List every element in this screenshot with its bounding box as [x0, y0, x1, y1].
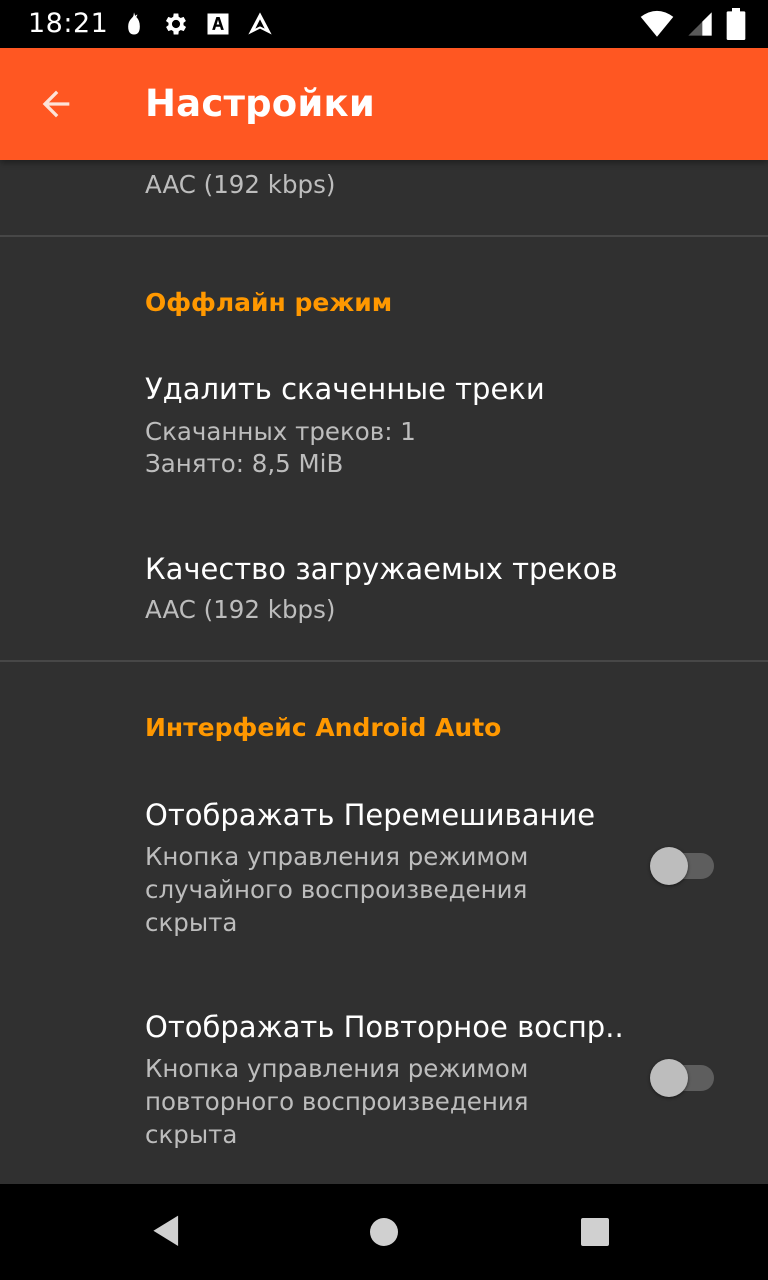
delete-downloaded-tracks-preference[interactable]: Удалить скаченные треки Скачанных треков…: [0, 344, 768, 510]
app-bar: Настройки: [0, 48, 768, 160]
nav-recents-button[interactable]: [571, 1208, 619, 1256]
download-quality-preference[interactable]: Качество загружаемых треков AAC (192 kbp…: [0, 530, 768, 660]
arrow-back-icon: [42, 90, 70, 118]
back-button[interactable]: [32, 80, 80, 128]
system-icons: [640, 8, 746, 40]
switch-thumb: [650, 1059, 688, 1097]
preference-summary-line: повторного воспроизведения: [145, 1087, 529, 1116]
settings-list[interactable]: AAC (192 kbps) Оффлайн режим Удалить ска…: [0, 160, 768, 1184]
preference-summary-line: случайного воспроизведения: [145, 875, 528, 904]
notification-icons: [120, 10, 274, 38]
preference-title: Отображать Перемешивание: [145, 798, 596, 832]
nav-home-button[interactable]: [360, 1208, 408, 1256]
divider: [0, 660, 768, 662]
preference-summary: AAC (192 kbps): [145, 595, 336, 624]
font-a-icon: [204, 10, 232, 38]
preference-summary-size: Занято: 8,5 MiB: [145, 449, 344, 478]
preference-summary-line: Кнопка управления режимом: [145, 1054, 529, 1083]
top-partial-preference[interactable]: AAC (192 kbps): [0, 160, 768, 236]
switch-thumb: [650, 847, 688, 885]
home-circle-icon: [370, 1218, 398, 1246]
status-time: 18:21: [28, 8, 109, 39]
divider: [0, 235, 768, 237]
navigation-bar: [0, 1184, 768, 1280]
preference-summary-count: Скачанных треков: 1: [145, 417, 416, 446]
category-offline-mode: Оффлайн режим: [145, 288, 393, 317]
preference-title: Отображать Повторное воспр..: [145, 1010, 624, 1044]
status-bar: 18:21: [0, 0, 768, 48]
wifi-icon: [640, 9, 674, 39]
android-auto-icon: [246, 10, 274, 38]
preference-summary-line: скрыта: [145, 1120, 238, 1149]
preference-summary: AAC (192 kbps): [145, 170, 336, 199]
preference-summary-line: Кнопка управления режимом: [145, 842, 529, 871]
back-triangle-icon: [153, 1215, 179, 1246]
recents-square-icon: [581, 1218, 609, 1246]
shuffle-toggle[interactable]: [650, 846, 714, 886]
pear-icon: [120, 10, 148, 38]
preference-summary-line: скрыта: [145, 908, 238, 937]
gear-icon: [162, 10, 190, 38]
preference-title: Качество загружаемых треков: [145, 552, 618, 586]
nav-back-button[interactable]: [146, 1208, 194, 1256]
category-android-auto: Интерфейс Android Auto: [145, 713, 502, 742]
page-title: Настройки: [145, 82, 375, 125]
show-shuffle-preference[interactable]: Отображать Перемешивание Кнопка управлен…: [0, 772, 768, 966]
repeat-toggle[interactable]: [650, 1058, 714, 1098]
settings-screen: 18:21 Настройки AAC (192 kbps) Оффлайн р…: [0, 0, 768, 1280]
signal-icon: [686, 9, 714, 39]
show-repeat-preference[interactable]: Отображать Повторное воспр.. Кнопка упра…: [0, 984, 768, 1184]
preference-title: Удалить скаченные треки: [145, 372, 545, 406]
battery-icon: [726, 8, 746, 40]
